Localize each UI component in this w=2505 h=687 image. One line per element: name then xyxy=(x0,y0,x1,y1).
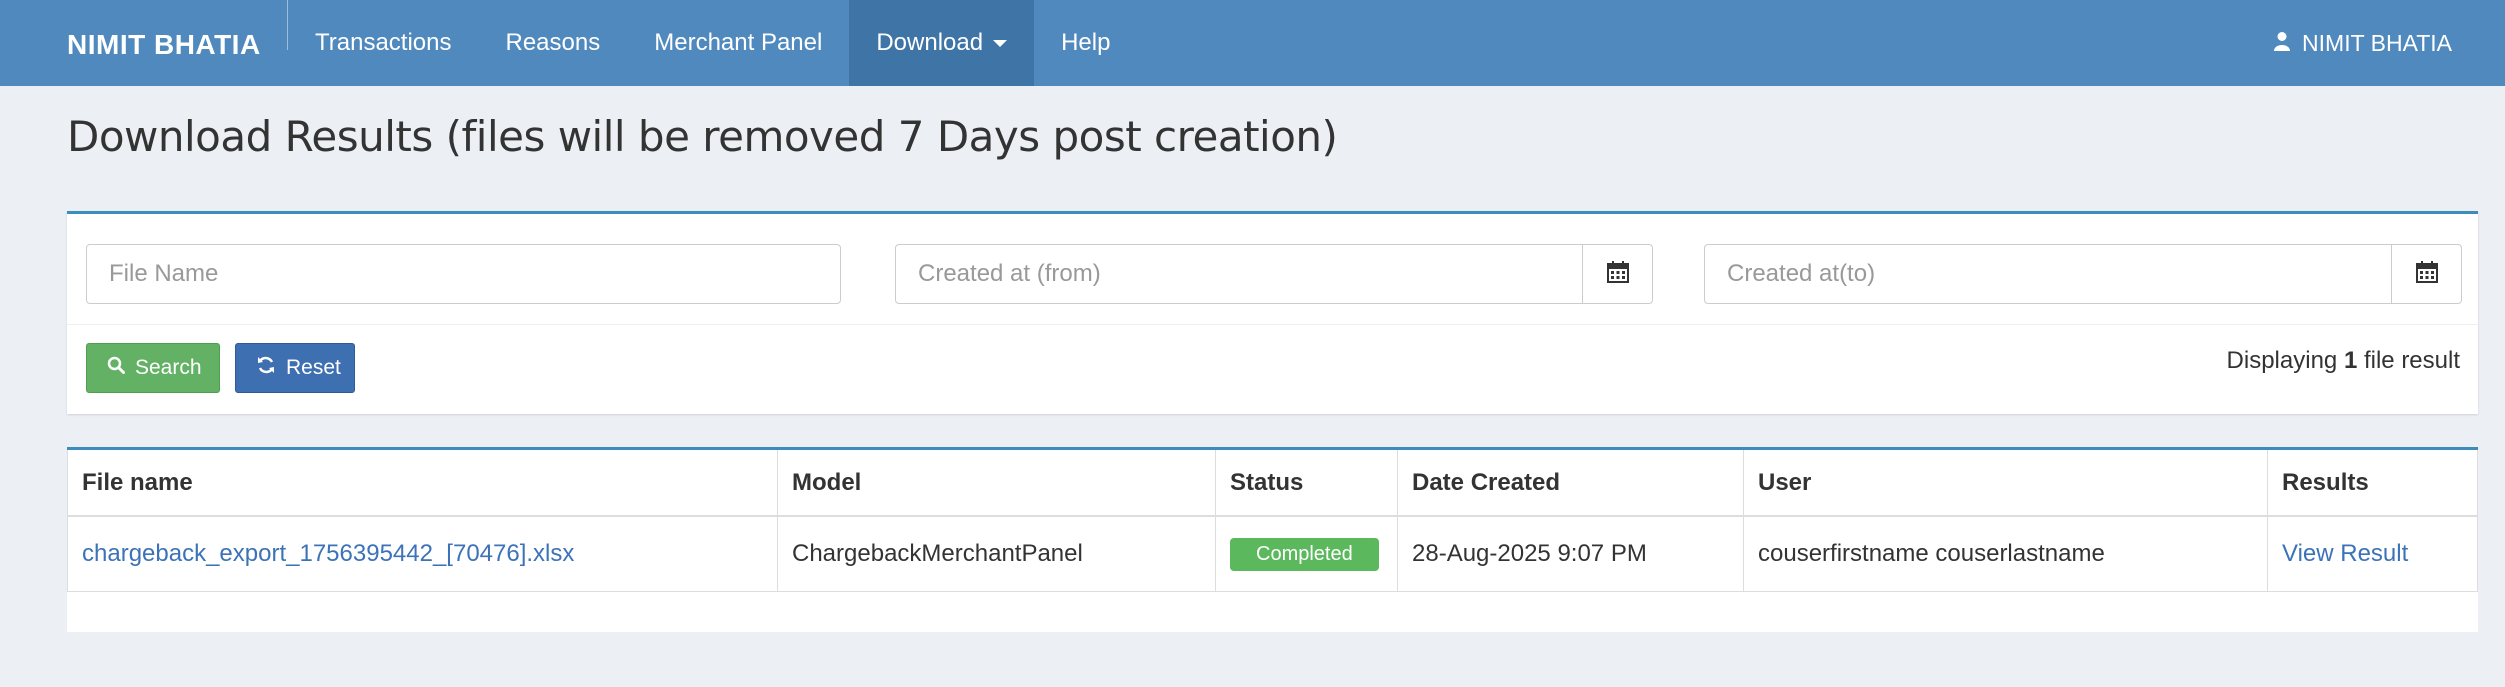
created-from-calendar-button[interactable] xyxy=(1583,244,1653,304)
nav-merchant-panel-label: Merchant Panel xyxy=(654,29,823,56)
model-cell: ChargebackMerchantPanel xyxy=(777,516,1216,592)
result-count: Displaying 1 file result xyxy=(2227,347,2460,375)
nav-merchant-panel[interactable]: Merchant Panel xyxy=(627,0,849,86)
column-header-user: User xyxy=(1743,450,2268,517)
page-title: Download Results (files will be removed … xyxy=(67,112,1338,161)
column-header-date-created: Date Created xyxy=(1397,450,1744,517)
filter-divider xyxy=(67,324,2478,325)
created-to-calendar-button[interactable] xyxy=(2392,244,2462,304)
caret-down-icon xyxy=(993,39,1008,47)
table-header-row: File name Model Status Date Created User… xyxy=(67,450,2478,517)
status-badge: Completed xyxy=(1230,537,1379,571)
user-icon xyxy=(2274,30,2291,57)
results-table-panel: File name Model Status Date Created User… xyxy=(67,447,2478,632)
refresh-icon xyxy=(256,355,276,381)
file-download-link[interactable]: chargeback_export_1756395442_[70476].xls… xyxy=(82,540,574,567)
nav-reasons-label: Reasons xyxy=(505,29,601,56)
nav-transactions-label: Transactions xyxy=(315,29,452,56)
table-row: chargeback_export_1756395442_[70476].xls… xyxy=(67,516,2478,592)
column-header-status: Status xyxy=(1215,450,1398,517)
calendar-icon xyxy=(2415,260,2439,289)
column-header-file-name: File name xyxy=(67,450,778,517)
created-to-input[interactable]: Created at(to) xyxy=(1704,244,2392,304)
results-cell: View Result xyxy=(2267,516,2478,592)
brand-logo[interactable]: NIMIT BHATIA xyxy=(0,0,287,86)
status-cell: Completed xyxy=(1215,516,1398,592)
nav-download-dropdown[interactable]: Download xyxy=(849,0,1035,86)
nav-download-label: Download xyxy=(876,29,984,56)
result-count-prefix: Displaying xyxy=(2226,347,2344,374)
created-from-input[interactable]: Created at (from) xyxy=(895,244,1583,304)
results-table: File name Model Status Date Created User… xyxy=(67,450,2478,592)
nav-reasons[interactable]: Reasons xyxy=(479,0,628,86)
search-icon xyxy=(107,356,125,380)
search-button[interactable]: Search xyxy=(86,343,220,393)
reset-button[interactable]: Reset xyxy=(235,343,355,393)
date-created-cell: 28-Aug-2025 9:07 PM xyxy=(1397,516,1744,592)
nav-help[interactable]: Help xyxy=(1034,0,1137,86)
file-name-input[interactable]: File Name xyxy=(86,244,841,304)
view-result-link[interactable]: View Result xyxy=(2282,540,2408,567)
user-menu[interactable]: NIMIT BHATIA xyxy=(2274,0,2452,86)
search-button-label: Search xyxy=(135,356,202,379)
user-name: NIMIT BHATIA xyxy=(2302,29,2452,56)
reset-button-label: Reset xyxy=(286,356,341,379)
column-header-model: Model xyxy=(777,450,1216,517)
user-cell: couserfirstname couserlastname xyxy=(1743,516,2268,592)
result-count-value: 1 xyxy=(2343,347,2358,374)
nav-transactions[interactable]: Transactions xyxy=(288,0,479,86)
result-count-suffix: file result xyxy=(2357,347,2460,374)
calendar-icon xyxy=(1606,260,1630,289)
nav-help-label: Help xyxy=(1061,29,1111,56)
top-navbar: NIMIT BHATIA Transactions Reasons Mercha… xyxy=(0,0,2505,86)
filter-panel: File Name Created at (from) Created at(t… xyxy=(67,211,2478,414)
column-header-results: Results xyxy=(2267,450,2478,517)
file-name-cell: chargeback_export_1756395442_[70476].xls… xyxy=(67,516,778,592)
